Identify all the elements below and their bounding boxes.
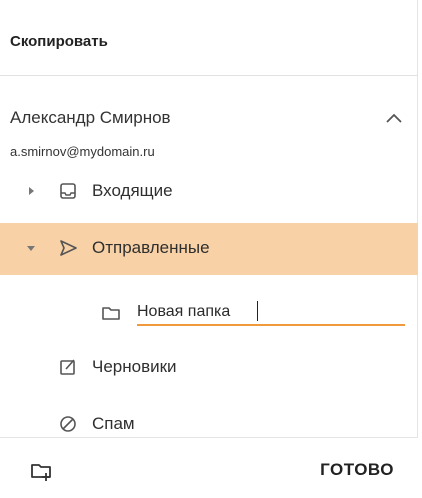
folder-item-sent[interactable]: Отправленные <box>0 223 418 275</box>
folder-item-drafts[interactable]: Черновики <box>0 342 418 394</box>
text-cursor <box>257 301 258 321</box>
chevron-up-icon[interactable] <box>383 110 405 126</box>
caret-right-icon[interactable] <box>24 184 38 198</box>
dialog-footer: ГОТОВО <box>0 437 418 498</box>
account-email: a.smirnov@mydomain.ru <box>10 144 155 159</box>
copy-dialog: Скопировать Александр Смирнов a.smirnov@… <box>0 0 422 498</box>
inbox-icon <box>58 181 78 201</box>
folder-icon <box>101 303 121 323</box>
done-button[interactable]: ГОТОВО <box>320 460 394 480</box>
caret-down-icon[interactable] <box>24 241 38 255</box>
folder-label: Черновики <box>92 357 177 376</box>
folder-add-icon[interactable] <box>30 460 54 482</box>
folder-label: Спам <box>92 414 135 433</box>
edit-icon <box>58 357 78 377</box>
dialog-title: Скопировать <box>10 33 108 50</box>
block-icon <box>58 414 78 434</box>
folder-label: Входящие <box>92 181 173 200</box>
folder-item-inbox[interactable]: Входящие <box>0 166 418 218</box>
account-name: Александр Смирнов <box>10 108 171 127</box>
folder-label: Отправленные <box>92 238 210 257</box>
send-icon <box>58 238 78 258</box>
new-folder-name-input[interactable] <box>137 300 405 326</box>
dialog-header: Скопировать <box>0 0 418 76</box>
